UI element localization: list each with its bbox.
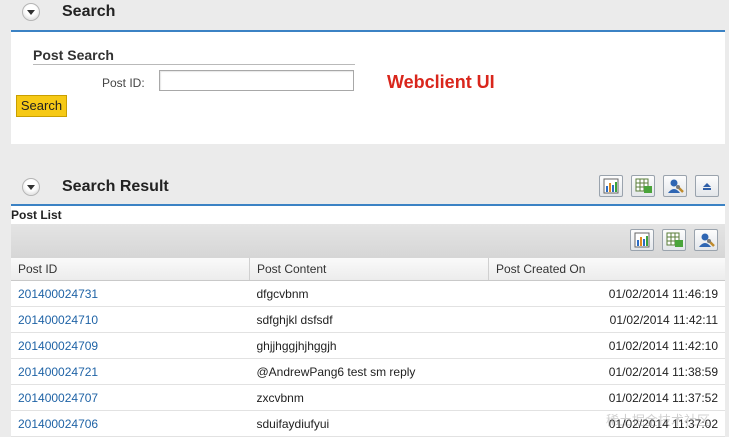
search-section-title: Search [62, 3, 116, 20]
search-button[interactable]: Search [16, 95, 67, 117]
export-table-button[interactable] [631, 175, 655, 197]
post-created-cell: 01/02/2014 11:42:11 [488, 306, 725, 333]
post-id-link[interactable]: 201400024731 [11, 280, 250, 307]
search-collapse-toggle-icon[interactable] [22, 3, 40, 21]
table-row: 201400024731 dfgcvbnm 01/02/2014 11:46:1… [11, 280, 725, 307]
post-id-link[interactable]: 201400024710 [11, 306, 250, 333]
table-row: 201400024721 @AndrewPang6 test sm reply … [11, 358, 725, 385]
post-list-title: Post List [11, 208, 62, 222]
post-search-group-title: Post Search [33, 47, 114, 63]
table-chart-button[interactable] [630, 229, 654, 251]
table-export-button[interactable] [662, 229, 686, 251]
post-created-cell: 01/02/2014 11:37:52 [488, 384, 725, 411]
post-id-link[interactable]: 201400024721 [11, 358, 250, 385]
post-id-link[interactable]: 201400024706 [11, 410, 250, 437]
personalize-icon [699, 233, 715, 247]
result-section-title: Search Result [62, 178, 169, 195]
post-content-cell: sdfghjkl dsfsdf [249, 306, 489, 333]
chart-button[interactable] [599, 175, 623, 197]
chart-icon [603, 178, 619, 194]
table-row: 201400024707 zxcvbnm 01/02/2014 11:37:52 [11, 384, 725, 411]
collapse-up-button[interactable] [695, 175, 719, 197]
post-id-label: Post ID: [102, 76, 145, 90]
watermark: 稀土掘金技术社区 [606, 414, 711, 429]
column-header-post-content[interactable]: Post Content [249, 258, 489, 281]
post-id-input[interactable] [159, 70, 354, 91]
post-created-cell: 01/02/2014 11:46:19 [488, 280, 725, 307]
post-content-cell: dfgcvbnm [249, 280, 489, 307]
post-created-cell: 01/02/2014 11:38:59 [488, 358, 725, 385]
table-row: 201400024709 ghjjhggjhjhggjh 01/02/2014 … [11, 332, 725, 359]
collapse-up-icon [703, 183, 711, 190]
chart-icon [634, 232, 650, 248]
personalize-button[interactable] [663, 175, 687, 197]
table-personalize-button[interactable] [694, 229, 718, 251]
post-id-link[interactable]: 201400024709 [11, 332, 250, 359]
post-content-cell: @AndrewPang6 test sm reply [249, 358, 489, 385]
post-content-cell: ghjjhggjhjhggjh [249, 332, 489, 359]
table-export-icon [635, 178, 652, 193]
post-content-cell: sduifaydiufyui [249, 410, 489, 437]
table-row: 201400024710 sdfghjkl dsfsdf 01/02/2014 … [11, 306, 725, 333]
post-list-title-bar [11, 206, 725, 224]
personalize-icon [668, 179, 684, 193]
column-header-post-created-on[interactable]: Post Created On [488, 258, 725, 281]
table-export-icon [666, 232, 683, 247]
table-toolbar [11, 224, 725, 258]
result-collapse-toggle-icon[interactable] [22, 178, 40, 196]
post-search-group-divider [33, 64, 355, 65]
post-content-cell: zxcvbnm [249, 384, 489, 411]
post-id-link[interactable]: 201400024707 [11, 384, 250, 411]
column-header-post-id[interactable]: Post ID [11, 258, 250, 281]
post-created-cell: 01/02/2014 11:42:10 [488, 332, 725, 359]
webclient-ui-label: Webclient UI [387, 72, 495, 92]
table-header-row: Post ID Post Content Post Created On [11, 258, 725, 281]
